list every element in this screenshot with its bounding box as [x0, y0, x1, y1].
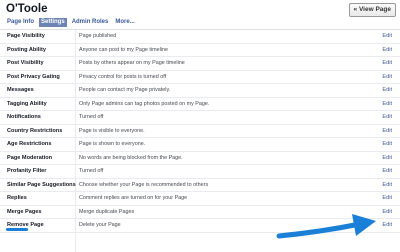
setting-label: Notifications: [7, 114, 41, 120]
page-title: O'Toole: [6, 3, 48, 15]
settings-row-post-privacy-gating[interactable]: Post Privacy Gating Privacy control for …: [0, 71, 400, 84]
settings-row-tagging-ability[interactable]: Tagging Ability Only Page admins can tag…: [0, 98, 400, 111]
settings-row-similar-page-suggestions[interactable]: Similar Page Suggestions Choose whether …: [0, 179, 400, 192]
settings-row-page-visibility[interactable]: Page Visibility Page published Edit: [0, 30, 400, 44]
settings-row-messages[interactable]: Messages People can contact my Page priv…: [0, 84, 400, 98]
edit-link[interactable]: Edit: [382, 86, 392, 94]
setting-value: Delete your Page: [79, 222, 121, 228]
edit-link[interactable]: Edit: [382, 208, 392, 216]
setting-label: Replies: [7, 195, 27, 201]
setting-label: Page Visibility: [7, 33, 45, 39]
setting-label: Tagging Ability: [7, 100, 47, 107]
setting-value: Merge duplicate Pages: [79, 208, 135, 215]
view-page-button[interactable]: « View Page: [348, 3, 396, 17]
edit-link[interactable]: Edit: [382, 113, 392, 121]
settings-list: Page Visibility Page published Edit Post…: [0, 30, 400, 233]
setting-label: Country Restrictions: [7, 127, 63, 134]
setting-value: Comment replies are turned on for your P…: [79, 195, 188, 201]
setting-value: Only Page admins can tag photos posted o…: [79, 100, 210, 107]
edit-link[interactable]: Edit: [382, 167, 392, 175]
setting-value: Choose whether your Page is recommended …: [79, 181, 209, 188]
setting-value: Posts by others appear on my Page timeli…: [79, 60, 185, 66]
edit-link[interactable]: Edit: [382, 194, 392, 202]
setting-label: Profanity Filter: [7, 168, 47, 174]
edit-link[interactable]: Edit: [382, 127, 392, 135]
page-header: O'Toole « View Page Page Info Settings A…: [0, 0, 400, 30]
settings-row-notifications[interactable]: Notifications Turned off Edit: [0, 111, 400, 125]
tab-admin-roles[interactable]: Admin Roles: [70, 18, 111, 27]
settings-row-country-restrictions[interactable]: Country Restrictions Page is visible to …: [0, 125, 400, 138]
setting-value: People can contact my Page privately.: [79, 87, 171, 93]
settings-row-merge-pages[interactable]: Merge Pages Merge duplicate Pages Edit: [0, 206, 400, 219]
setting-label: Merge Pages: [7, 208, 42, 215]
edit-link[interactable]: Edit: [382, 73, 392, 81]
tab-more[interactable]: More...: [113, 18, 136, 27]
tab-page-info[interactable]: Page Info: [5, 18, 36, 27]
setting-label: Age Restrictions: [7, 141, 52, 147]
setting-label: Page Moderation: [7, 154, 53, 161]
edit-link[interactable]: Edit: [382, 32, 392, 40]
tab-bar: Page Info Settings Admin Roles More...: [5, 17, 140, 27]
setting-label: Similar Page Suggestions: [7, 181, 76, 188]
settings-row-post-visibility[interactable]: Post Visibility Posts by others appear o…: [0, 57, 400, 71]
highlight-underline: [6, 228, 28, 231]
settings-row-remove-page[interactable]: Remove Page Delete your Page Edit: [0, 219, 400, 233]
setting-value: Page is visible to everyone.: [79, 127, 145, 134]
settings-row-age-restrictions[interactable]: Age Restrictions Page is shown to everyo…: [0, 138, 400, 152]
setting-value: Turned off: [79, 168, 104, 174]
setting-label: Messages: [7, 87, 34, 93]
tab-settings[interactable]: Settings: [39, 17, 67, 27]
setting-value: No words are being blocked from the Page…: [79, 154, 183, 161]
edit-link[interactable]: Edit: [382, 181, 392, 189]
settings-row-posting-ability[interactable]: Posting Ability Anyone can post to my Pa…: [0, 44, 400, 57]
edit-link[interactable]: Edit: [382, 221, 392, 229]
settings-row-replies[interactable]: Replies Comment replies are turned on fo…: [0, 192, 400, 206]
edit-link[interactable]: Edit: [382, 46, 392, 54]
setting-label: Post Visibility: [7, 60, 44, 66]
edit-link[interactable]: Edit: [382, 154, 392, 162]
setting-label: Post Privacy Gating: [7, 73, 60, 80]
setting-value: Page is shown to everyone.: [79, 141, 146, 147]
setting-value: Turned off: [79, 114, 104, 120]
edit-link[interactable]: Edit: [382, 59, 392, 67]
setting-value: Page published: [79, 33, 117, 39]
settings-row-page-moderation[interactable]: Page Moderation No words are being block…: [0, 152, 400, 165]
setting-label: Posting Ability: [7, 46, 46, 53]
settings-row-profanity-filter[interactable]: Profanity Filter Turned off Edit: [0, 165, 400, 179]
edit-link[interactable]: Edit: [382, 140, 392, 148]
setting-value: Anyone can post to my Page timeline: [79, 46, 168, 53]
edit-link[interactable]: Edit: [382, 100, 392, 108]
setting-value: Privacy control for posts is turned off: [79, 73, 167, 80]
